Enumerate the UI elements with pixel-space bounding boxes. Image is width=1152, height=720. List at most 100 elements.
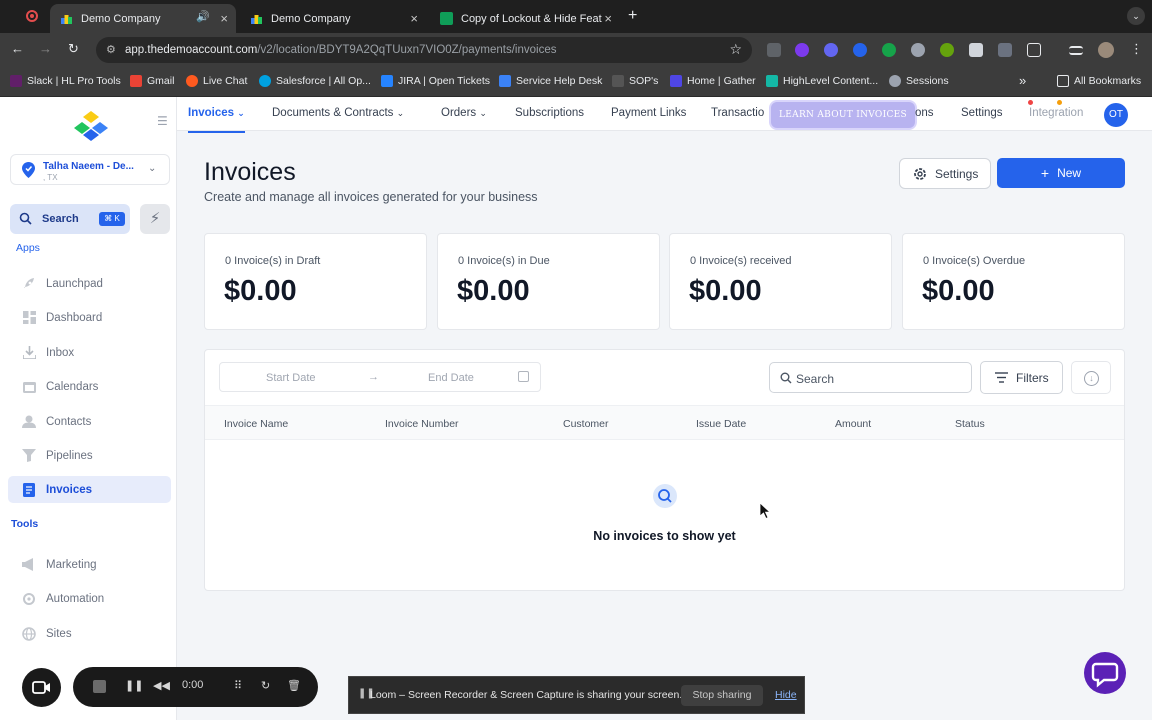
tab-transactions[interactable]: Transactio [711,107,764,119]
tab-title: Copy of Lockout & Hide Feat [461,12,602,25]
download-button[interactable]: ↓ [1071,361,1111,394]
sidebar-item-inbox[interactable]: Inbox [8,339,171,366]
eyedropper-icon[interactable] [969,43,983,57]
column-header[interactable]: Amount [835,418,871,430]
bookmark-item[interactable]: Home | Gather [670,75,756,87]
invoice-search-input[interactable]: Search [769,362,972,393]
tab-search-icon[interactable]: ⌄ [1127,7,1145,25]
all-bookmarks[interactable]: All Bookmarks [1057,75,1141,87]
user-avatar[interactable]: OT [1104,103,1128,127]
column-header[interactable]: Invoice Name [224,418,288,430]
bookmark-item[interactable]: Live Chat [186,75,247,87]
sidebar-item-sites[interactable]: Sites [8,620,171,647]
new-invoice-button[interactable]: + New [997,158,1125,188]
sidebar-item-automation[interactable]: Automation [8,585,171,612]
column-header[interactable]: Invoice Number [385,418,459,430]
stat-label: 0 Invoice(s) in Draft [225,255,321,267]
restart-icon[interactable]: ↻ [261,679,270,692]
arrow-right-icon: → [368,371,379,383]
tab-orders[interactable]: Orders ⌄ [441,107,487,119]
start-date-input[interactable]: Start Date [266,372,316,384]
hide-link[interactable]: Hide [775,689,797,701]
tab-invoices[interactable]: Invoices ⌄ [188,107,245,133]
sidebar-item-contacts[interactable]: Contacts [8,408,171,435]
column-header[interactable]: Issue Date [696,418,746,430]
tab-payment-links[interactable]: Payment Links [611,107,686,119]
extension-icon[interactable] [824,43,838,57]
date-range-picker[interactable]: Start Date → End Date [219,362,541,392]
extension-icon[interactable] [795,43,809,57]
column-header[interactable]: Customer [563,418,609,430]
column-header[interactable]: Status [955,418,985,430]
close-tab-icon[interactable]: × [604,11,612,26]
extension-icon[interactable] [998,43,1012,57]
sidebar-item-label: Contacts [46,415,92,428]
tab-subscriptions[interactable]: Subscriptions [515,107,584,119]
rewind-icon[interactable]: ◀◀ [153,679,170,692]
quick-actions-lightning-icon[interactable]: ⚡ [140,204,170,234]
back-icon[interactable]: ← [11,41,24,56]
close-tab-icon[interactable]: × [410,11,418,26]
table-header: Invoice Name Invoice Number Customer Iss… [205,405,1124,440]
sidebar-item-invoices[interactable]: Invoices [8,476,171,503]
bookmark-item[interactable]: Gmail [130,75,174,87]
profile-avatar[interactable] [1098,42,1114,58]
sidebar-item-launchpad[interactable]: Launchpad [8,270,171,297]
extension-icon[interactable] [767,43,781,57]
address-bar[interactable]: ⚙ app.thedemoaccount.com/v2/location/BDY… [96,37,752,63]
browser-tab-3[interactable]: Copy of Lockout & Hide Feat × [430,4,620,33]
new-tab-icon[interactable]: + [628,7,637,25]
extension-icon[interactable] [911,43,925,57]
bookmark-item[interactable]: JIRA | Open Tickets [381,75,490,87]
tab-documents-contracts[interactable]: Documents & Contracts ⌄ [272,107,404,119]
contacts-icon [21,414,37,430]
filters-button[interactable]: Filters [980,361,1063,394]
browser-tab-1[interactable]: Demo Company 🔊 × [50,4,236,33]
extension-icon[interactable] [940,43,954,57]
bookmark-item[interactable]: HighLevel Content... [766,75,878,87]
bookmark-star-icon[interactable]: ☆ [729,41,742,58]
location-switcher[interactable]: Talha Naeem - De... , TX ⌄ [10,154,170,185]
sidebar-item-label: Invoices [46,483,93,496]
loom-camera-button[interactable] [22,668,61,707]
delete-icon[interactable]: 🗑 [287,679,301,692]
end-date-input[interactable]: End Date [428,372,474,384]
forward-icon[interactable]: → [39,41,52,56]
grid-icon[interactable]: ⠿ [234,679,242,692]
bookmark-item[interactable]: SOP's [612,75,658,87]
tab-coupons[interactable]: ons [915,107,934,119]
stat-label: 0 Invoice(s) Overdue [923,255,1026,267]
collapse-sidebar-icon[interactable]: ☰ [157,114,168,128]
reload-icon[interactable]: ↻ [68,41,79,57]
learn-about-invoices-button[interactable]: LEARN ABOUT INVOICES [771,102,915,128]
pause-icon[interactable]: ❚❚ [125,679,143,692]
bookmark-item[interactable]: Slack | HL Pro Tools [10,75,121,87]
stop-sharing-button[interactable]: Stop sharing [681,685,763,706]
speaker-icon[interactable]: 🔊 [196,10,210,23]
site-info-icon[interactable]: ⚙ [106,43,118,56]
bookmark-item[interactable]: Service Help Desk [499,75,602,87]
highlevel-favicon-icon [250,12,263,25]
stop-recording-icon[interactable] [93,680,106,693]
sidebar-item-dashboard[interactable]: Dashboard [8,304,171,331]
tab-integrations[interactable]: Integration [1029,107,1083,119]
close-tab-icon[interactable]: × [220,11,228,26]
reading-list-icon[interactable] [1069,46,1083,55]
settings-button[interactable]: Settings [899,158,991,189]
sidebar-search-button[interactable]: Search ⌘ K [10,204,130,234]
sidebar-item-pipelines[interactable]: Pipelines [8,442,171,469]
sidebar-item-calendars[interactable]: Calendars [8,373,171,400]
chat-widget-button[interactable] [1084,652,1126,694]
grammarly-icon[interactable] [882,43,896,57]
extensions-puzzle-icon[interactable] [1027,43,1041,57]
app-root: ☰ Talha Naeem - De... , TX ⌄ Search ⌘ K … [0,97,1152,720]
sidebar-item-marketing[interactable]: Marketing [8,551,171,578]
browser-tab-2[interactable]: Demo Company × [240,4,426,33]
calendar-icon[interactable] [518,371,529,382]
browser-menu-icon[interactable]: ⋮ [1130,41,1143,57]
bookmark-item[interactable]: Sessions [889,75,949,87]
more-bookmarks-icon[interactable]: » [1019,73,1026,88]
bookmark-item[interactable]: Salesforce | All Op... [259,75,371,87]
extension-icon[interactable] [853,43,867,57]
tab-settings[interactable]: Settings [961,107,1003,119]
